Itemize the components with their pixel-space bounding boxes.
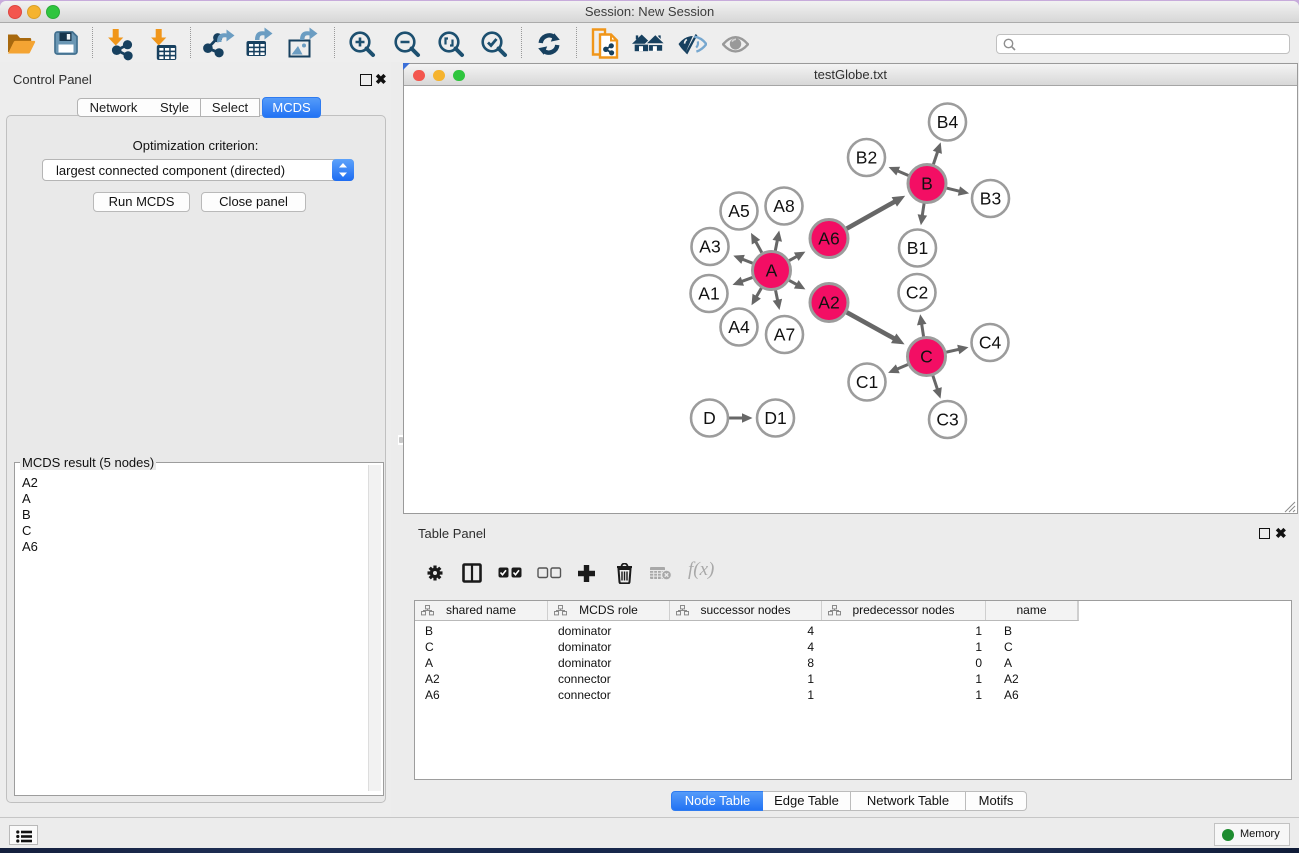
- svg-text:B3: B3: [980, 189, 1001, 209]
- svg-text:A7: A7: [774, 325, 795, 345]
- svg-text:A: A: [766, 261, 778, 281]
- svg-text:B1: B1: [907, 238, 928, 258]
- svg-text:A3: A3: [699, 237, 720, 257]
- svg-text:A6: A6: [818, 229, 839, 249]
- svg-text:B2: B2: [856, 148, 877, 168]
- svg-text:A4: A4: [728, 317, 750, 337]
- svg-text:C: C: [920, 347, 933, 367]
- svg-text:D1: D1: [764, 408, 786, 428]
- svg-text:A5: A5: [728, 201, 749, 221]
- svg-text:A2: A2: [818, 293, 839, 313]
- svg-text:C4: C4: [979, 333, 1002, 353]
- svg-text:A8: A8: [773, 196, 794, 216]
- svg-text:A1: A1: [698, 284, 719, 304]
- svg-text:C2: C2: [906, 283, 928, 303]
- svg-text:C1: C1: [856, 372, 878, 392]
- svg-text:B: B: [921, 174, 933, 194]
- svg-text:C3: C3: [936, 410, 958, 430]
- svg-text:D: D: [703, 408, 716, 428]
- svg-text:B4: B4: [937, 112, 959, 132]
